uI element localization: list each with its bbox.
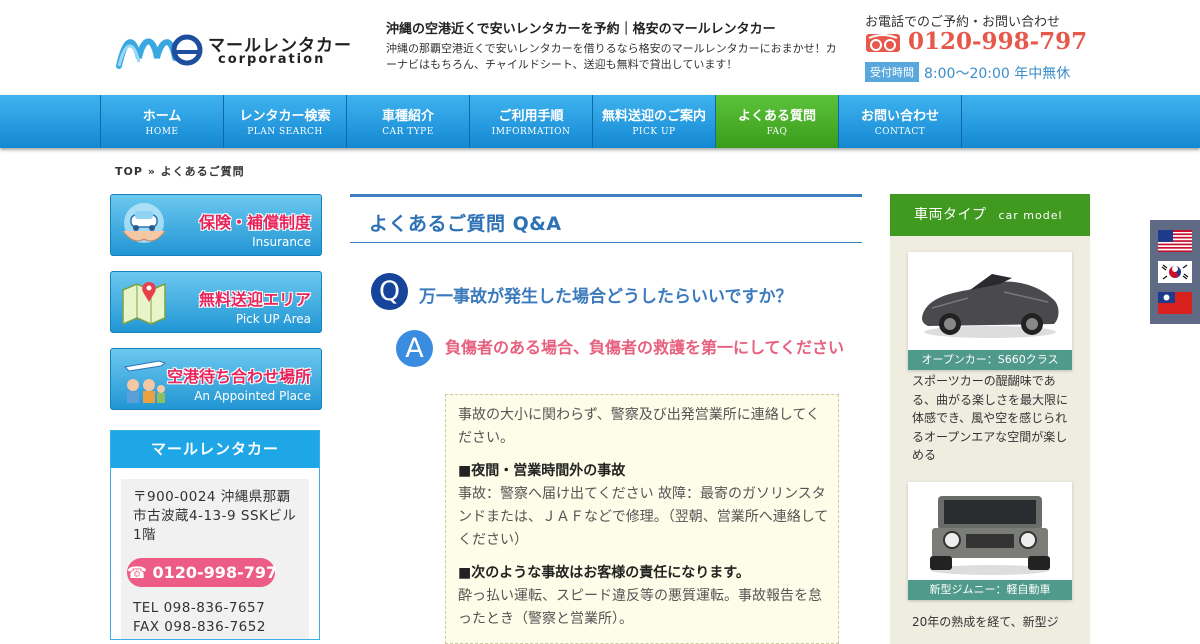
airplane-people-icon [123,360,167,403]
main-nav: ホーム HOME レンタカー検索 PLAN SEARCH 車種紹介 CAR TY… [0,95,1200,148]
nav-sublabel: CAR TYPE [382,127,434,137]
page-title: よくあるご質問 Q&A [369,213,562,235]
company-title: マールレンタカー [111,431,319,468]
business-hours: 8:00～20:00 年中無休 [924,66,1071,82]
tel-fax: TEL 098-836-7657 FAX 098-836-7652 [133,599,266,637]
logo-wave-icon [116,34,203,69]
car-caption: オープンカー：S660クラス [908,350,1072,370]
language-switcher [1150,220,1200,324]
nav-divider [961,95,962,148]
tagline-description: 沖縄の那覇空港近くで安いレンタカーを借りるなら格安のマールレンタカーにおまかせ！… [386,42,837,71]
map-pin-icon [122,282,166,326]
nav-contact[interactable]: お問い合わせ CONTACT [838,95,961,148]
nav-label: よくある質問 [737,109,816,124]
phone-row[interactable]: 0120-998-797 [865,28,1105,56]
site-logo[interactable]: マールレンタカー corporation [115,28,351,73]
answer-paragraph: 酔っ払い運転、スピード違反等の悪質運転。事故報告を怠ったとき（警察と営業所）。 [458,588,822,627]
nav-label: ホーム [142,109,182,124]
answer-icon: A [396,330,433,367]
nav-sublabel: FAQ [766,127,788,137]
korea-flag-icon[interactable] [1158,261,1192,283]
nav-sublabel: HOME [145,127,179,137]
faq-answer-body: 事故の大小に関わらず、警察及び出発営業所に連絡してください。 ■夜間・営業時間外… [445,394,839,644]
company-address: 〒900-0024 沖縄県那覇市古波蔵4-13-9 SSKビル1階 [133,489,297,543]
nav-pick-up[interactable]: 無料送迎のご案内 PICK UP [592,95,715,148]
nav-home[interactable]: ホーム HOME [100,95,223,148]
hours-badge: 受付時間 [865,62,919,82]
banner-title: 保険・補償制度 [198,213,311,232]
nav-sublabel: PLAN SEARCH [247,127,323,137]
nav-information[interactable]: ご利用手順 IMFORMATION [469,95,592,148]
company-fax: FAX 098-836-7652 [133,619,266,635]
car-caption: 新型ジムニー：軽自動車 [908,580,1072,600]
tagline-title: 沖縄の空港近くで安いレンタカーを予約｜格安のマールレンタカー [386,22,776,37]
nav-sublabel: PICK UP [632,127,676,137]
company-details: 〒900-0024 沖縄県那覇市古波蔵4-13-9 SSKビル1階 ☎ 0120… [121,479,309,639]
pickup-area-banner[interactable]: 無料送迎エリア Pick UP Area [110,271,322,333]
car-description: 20年の熟成を経て、新型ジ [912,615,1059,629]
car-image-s660 [908,252,1072,350]
sidebar-title-en: car model [998,209,1063,222]
faq-question: 万一事故が発生した場合どうしたらいいですか？ [419,287,793,307]
car-card-jimny[interactable]: 新型ジムニー：軽自動車 [908,482,1072,600]
freedial-icon [866,34,900,52]
car-card-s660[interactable]: オープンカー：S660クラス [908,252,1072,370]
phone-number[interactable]: 0120-998-797 [908,28,1087,55]
company-info-box: マールレンタカー 〒900-0024 沖縄県那覇市古波蔵4-13-9 SSKビル… [110,430,320,640]
breadcrumb[interactable]: TOP » よくあるご質問 [115,163,245,179]
banner-title: 空港待ち合わせ場所 [166,367,311,386]
answer-heading: ■夜間・営業時間外の事故 [458,463,626,479]
car-image-jimny [908,482,1072,580]
answer-heading: ■次のような事故はお客様の責任になります。 [458,565,750,581]
taiwan-flag-icon[interactable] [1158,292,1192,314]
nav-plan-search[interactable]: レンタカー検索 PLAN SEARCH [223,95,346,148]
sidebar-title-jp: 車両タイプ [914,207,987,223]
company-tel: TEL 098-836-7657 [133,600,266,616]
nav-label: お問い合わせ [860,109,939,124]
car-description: スポーツカーの醍醐味である、曲がる楽しさを最大限に体感でき、風や空を感じられるオ… [912,374,1069,462]
nav-car-type[interactable]: 車種紹介 CAR TYPE [346,95,469,148]
answer-paragraph: 事故の大小に関わらず、警察及び出発営業所に連絡してください。 [458,407,820,446]
call-button[interactable]: ☎ 0120-998-797 [127,558,277,587]
banner-subtitle: An Appointed Place [194,389,311,403]
banner-subtitle: Insurance [252,235,311,249]
insurance-banner[interactable]: 保険・補償制度 Insurance [110,194,322,256]
meeting-place-banner[interactable]: 空港待ち合わせ場所 An Appointed Place [110,348,322,410]
page-title-bar: よくあるご質問 Q&A [350,194,862,243]
nav-sublabel: IMFORMATION [491,127,571,137]
faq-answer-headline: 負傷者のある場合、負傷者の救護を第一にしてください [445,338,845,357]
question-icon: Q [371,273,408,310]
us-flag-icon[interactable] [1158,230,1192,252]
nav-label: ご利用手順 [498,109,564,124]
car-type-sidebar: 車両タイプ car model オープンカー：S660クラス スポーツカーの醍醐味… [890,194,1090,644]
answer-paragraph: 事故：警察へ届け出てください 故障：最寄のガソリンスタンドまたは、ＪＡＦなどで修… [458,486,829,548]
logo-subtext: corporation [218,52,326,67]
banner-subtitle: Pick UP Area [235,312,311,326]
nav-sublabel: CONTACT [874,127,926,137]
nav-faq[interactable]: よくある質問 FAQ [715,95,838,148]
nav-label: レンタカー検索 [239,109,331,124]
banner-title: 無料送迎エリア [198,290,311,309]
car-in-hands-icon [122,203,166,243]
sidebar-title: 車両タイプ car model [890,194,1090,236]
site-header: マールレンタカー corporation 沖縄の空港近くで安いレンタカーを予約｜… [0,0,1200,95]
nav-label: 無料送迎のご案内 [601,109,706,124]
nav-label: 車種紹介 [381,109,434,124]
